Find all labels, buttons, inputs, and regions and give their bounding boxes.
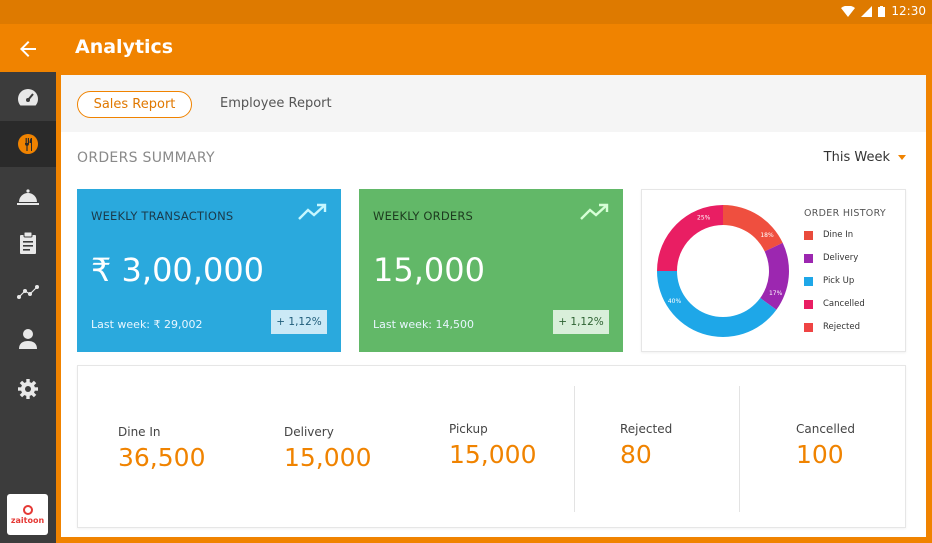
report-tabs: Sales Report Employee Report bbox=[61, 75, 926, 132]
order-history-card: 18% 17% 40% 25% ORDER HISTORY Dine In Deliv… bbox=[641, 189, 906, 352]
stat-value: 80 bbox=[620, 440, 652, 469]
section-title: ORDERS SUMMARY bbox=[77, 150, 215, 166]
legend-swatch bbox=[804, 253, 813, 263]
donut-slice-label: 18% bbox=[760, 232, 774, 239]
legend-title: ORDER HISTORY bbox=[804, 208, 886, 219]
back-button[interactable] bbox=[16, 37, 40, 61]
legend-label: Dine In bbox=[823, 230, 854, 240]
card-title: WEEKLY TRANSACTIONS bbox=[91, 209, 234, 223]
stat-value: 36,500 bbox=[118, 443, 206, 472]
change-badge: + 1,12% bbox=[553, 310, 609, 334]
settings-gear-icon bbox=[18, 379, 38, 399]
divider bbox=[739, 386, 740, 512]
logo-text: zaitoon bbox=[10, 515, 45, 525]
order-stats-panel: Dine In 36,500 Delivery 15,000 Pickup 15… bbox=[77, 365, 906, 528]
legend-label: Pick Up bbox=[823, 276, 855, 286]
order-history-donut: 18% 17% 40% 25% bbox=[657, 205, 789, 337]
stat-cancelled: Cancelled 100 bbox=[796, 422, 855, 469]
legend-label: Cancelled bbox=[823, 299, 865, 309]
stat-delivery: Delivery 15,000 bbox=[284, 425, 371, 472]
food-cloche-icon bbox=[17, 189, 39, 205]
legend-item-pick-up: Pick Up bbox=[804, 276, 854, 286]
page-title: Analytics bbox=[75, 36, 174, 58]
main-content: Sales Report Employee Report ORDERS SUMM… bbox=[61, 75, 926, 537]
legend-item-delivery: Delivery bbox=[804, 253, 858, 263]
sidebar-item-analytics[interactable] bbox=[0, 269, 56, 315]
legend-item-cancelled: Cancelled bbox=[804, 299, 865, 309]
card-title: WEEKLY ORDERS bbox=[373, 209, 474, 223]
sidebar-item-reports[interactable] bbox=[0, 220, 56, 266]
stat-value: 15,000 bbox=[284, 443, 372, 472]
stat-label: Cancelled bbox=[796, 422, 855, 436]
tab-employee-report[interactable]: Employee Report bbox=[220, 91, 332, 118]
weekly-transactions-card: WEEKLY TRANSACTIONS ₹ 3,00,000 Last week… bbox=[77, 189, 341, 352]
arrow-left-icon bbox=[20, 41, 36, 57]
status-bar: 12:30 bbox=[0, 0, 932, 24]
caret-down-icon bbox=[898, 155, 906, 160]
stat-label: Rejected bbox=[620, 422, 673, 436]
change-badge: + 1,12% bbox=[271, 310, 327, 334]
status-time: 12:30 bbox=[891, 4, 926, 18]
sidebar-item-restaurant[interactable] bbox=[0, 121, 56, 167]
stat-label: Dine In bbox=[118, 425, 161, 439]
stat-pickup: Pickup 15,000 bbox=[449, 422, 536, 469]
stat-value: 15,000 bbox=[449, 440, 537, 469]
trending-up-icon bbox=[298, 203, 327, 220]
legend-item-rejected: Rejected bbox=[804, 322, 860, 332]
sidebar-item-settings[interactable] bbox=[0, 366, 56, 412]
stat-value: 100 bbox=[796, 440, 844, 469]
clipboard-icon bbox=[20, 232, 36, 254]
donut-slice bbox=[760, 242, 789, 310]
card-value: 15,000 bbox=[373, 251, 485, 289]
legend-swatch bbox=[804, 230, 813, 240]
trending-up-icon bbox=[580, 203, 609, 220]
app-bar: Analytics bbox=[0, 24, 932, 72]
sidebar: zaitoon bbox=[0, 72, 56, 543]
battery-icon bbox=[878, 5, 886, 17]
donut-slice bbox=[657, 205, 723, 271]
stat-dine-in: Dine In 36,500 bbox=[118, 425, 205, 472]
signal-icon bbox=[861, 5, 873, 17]
donut-slice-label: 25% bbox=[697, 214, 711, 221]
stat-label: Delivery bbox=[284, 425, 334, 439]
restaurant-icon bbox=[18, 134, 38, 154]
tab-sales-report[interactable]: Sales Report bbox=[77, 91, 192, 118]
legend-label: Rejected bbox=[823, 322, 860, 332]
analytics-graph-icon bbox=[17, 285, 39, 299]
legend-item-dine-in: Dine In bbox=[804, 230, 853, 240]
card-value: ₹ 3,00,000 bbox=[91, 251, 265, 289]
donut-slice-label: 40% bbox=[668, 298, 682, 305]
period-value: This Week bbox=[823, 150, 890, 165]
brand-logo: zaitoon bbox=[7, 494, 48, 535]
sidebar-item-dashboard[interactable] bbox=[0, 74, 56, 120]
divider bbox=[574, 386, 575, 512]
weekly-orders-card: WEEKLY ORDERS 15,000 Last week: 14,500 +… bbox=[359, 189, 623, 352]
user-icon bbox=[19, 329, 37, 349]
wifi-icon bbox=[841, 5, 856, 17]
legend-swatch bbox=[804, 276, 813, 286]
sidebar-item-profile[interactable] bbox=[0, 316, 56, 362]
period-dropdown[interactable]: This Week bbox=[824, 150, 906, 165]
stat-label: Pickup bbox=[449, 422, 488, 436]
donut-slice bbox=[723, 205, 783, 252]
legend-swatch bbox=[804, 322, 813, 332]
stat-rejected: Rejected 80 bbox=[620, 422, 672, 469]
legend-swatch bbox=[804, 299, 813, 309]
legend-label: Delivery bbox=[823, 253, 859, 263]
dashboard-gauge-icon bbox=[18, 89, 38, 106]
card-last-week: Last week: ₹ 29,002 bbox=[91, 318, 203, 331]
donut-slice-label: 17% bbox=[769, 290, 783, 297]
card-last-week: Last week: 14,500 bbox=[373, 318, 475, 331]
logo-mark-icon bbox=[22, 504, 33, 515]
status-icons: 12:30 bbox=[841, 4, 926, 18]
sidebar-item-orders[interactable] bbox=[0, 175, 56, 221]
